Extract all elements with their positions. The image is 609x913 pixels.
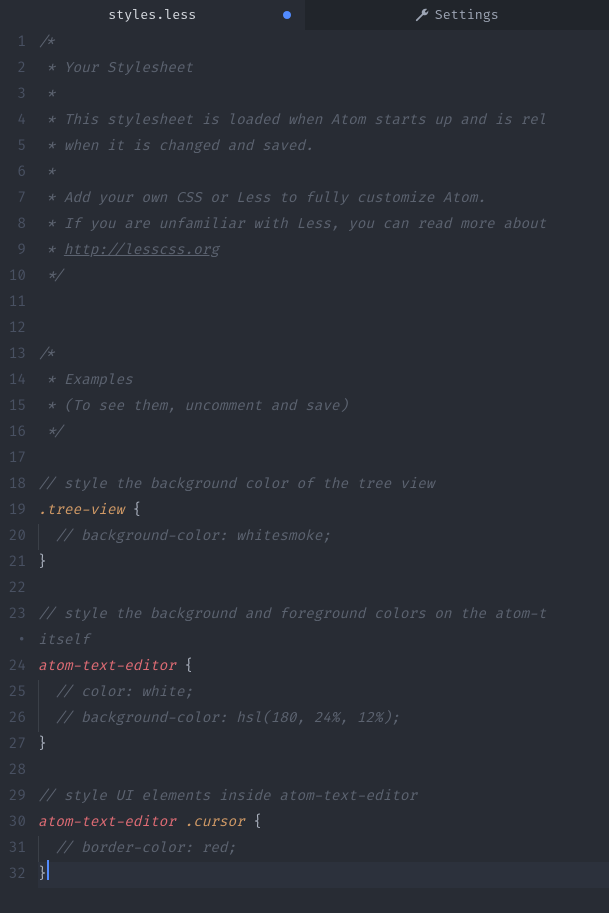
code-area[interactable]: /* * Your Stylesheet * * This stylesheet… <box>38 30 609 913</box>
code-line[interactable] <box>38 576 609 602</box>
line-number[interactable]: 29 <box>0 784 26 810</box>
code-line[interactable] <box>38 290 609 316</box>
line-number[interactable]: 18 <box>0 472 26 498</box>
line-number[interactable]: 26 <box>0 706 26 732</box>
code-line[interactable]: } <box>38 862 609 888</box>
tab-label: styles.less <box>108 7 196 23</box>
wrench-icon <box>415 8 429 22</box>
code-line[interactable]: } <box>38 550 609 576</box>
line-number[interactable]: 28 <box>0 758 26 784</box>
code-line[interactable]: // background-color: hsl(180, 24%, 12%); <box>38 706 609 732</box>
line-number[interactable]: 11 <box>0 290 26 316</box>
line-number-gutter[interactable]: 1234567891011121314151617181920212223•24… <box>0 30 38 913</box>
code-line[interactable]: * (To see them, uncomment and save) <box>38 394 609 420</box>
code-line[interactable]: itself <box>38 628 609 654</box>
line-number[interactable]: 8 <box>0 212 26 238</box>
code-line[interactable]: * If you are unfamiliar with Less, you c… <box>38 212 609 238</box>
code-line[interactable]: * <box>38 160 609 186</box>
modified-indicator-icon <box>283 11 291 19</box>
line-number[interactable]: 31 <box>0 836 26 862</box>
code-line[interactable]: */ <box>38 420 609 446</box>
line-number[interactable]: 6 <box>0 160 26 186</box>
line-number[interactable]: 4 <box>0 108 26 134</box>
line-number[interactable]: 3 <box>0 82 26 108</box>
line-number[interactable]: 23 <box>0 602 26 628</box>
code-editor[interactable]: 1234567891011121314151617181920212223•24… <box>0 30 609 913</box>
code-line[interactable]: * http://lesscss.org <box>38 238 609 264</box>
line-number[interactable]: 30 <box>0 810 26 836</box>
tab-label: Settings <box>435 7 499 23</box>
line-number[interactable]: 19 <box>0 498 26 524</box>
line-number[interactable]: 7 <box>0 186 26 212</box>
line-number[interactable]: 15 <box>0 394 26 420</box>
code-line[interactable]: atom-text-editor { <box>38 654 609 680</box>
line-number[interactable]: 5 <box>0 134 26 160</box>
line-number[interactable]: 16 <box>0 420 26 446</box>
code-line[interactable]: // border-color: red; <box>38 836 609 862</box>
code-line[interactable]: // style the background and foreground c… <box>38 602 609 628</box>
tab-settings[interactable]: Settings <box>305 0 609 30</box>
line-number[interactable]: 17 <box>0 446 26 472</box>
line-number[interactable]: 21 <box>0 550 26 576</box>
line-number[interactable]: 12 <box>0 316 26 342</box>
line-number[interactable]: • <box>0 628 26 654</box>
line-number[interactable]: 2 <box>0 56 26 82</box>
code-line[interactable]: } <box>38 732 609 758</box>
code-line[interactable]: */ <box>38 264 609 290</box>
code-line[interactable]: // style the background color of the tre… <box>38 472 609 498</box>
code-line[interactable]: // style UI elements inside atom-text-ed… <box>38 784 609 810</box>
tab-styles-less[interactable]: styles.less <box>0 0 305 30</box>
code-line[interactable]: * <box>38 82 609 108</box>
line-number[interactable]: 24 <box>0 654 26 680</box>
code-line[interactable] <box>38 758 609 784</box>
code-line[interactable]: /* <box>38 30 609 56</box>
code-line[interactable]: // color: white; <box>38 680 609 706</box>
code-line[interactable]: .tree-view { <box>38 498 609 524</box>
line-number[interactable]: 25 <box>0 680 26 706</box>
line-number[interactable]: 14 <box>0 368 26 394</box>
code-line[interactable]: * Your Stylesheet <box>38 56 609 82</box>
line-number[interactable]: 10 <box>0 264 26 290</box>
code-line[interactable] <box>38 316 609 342</box>
code-line[interactable]: atom-text-editor .cursor { <box>38 810 609 836</box>
code-line[interactable]: * when it is changed and saved. <box>38 134 609 160</box>
line-number[interactable]: 13 <box>0 342 26 368</box>
line-number[interactable]: 32 <box>0 862 26 888</box>
line-number[interactable]: 20 <box>0 524 26 550</box>
code-line[interactable]: * Examples <box>38 368 609 394</box>
code-line[interactable]: /* <box>38 342 609 368</box>
line-number[interactable]: 22 <box>0 576 26 602</box>
text-cursor <box>47 860 49 880</box>
line-number[interactable]: 1 <box>0 30 26 56</box>
code-line[interactable] <box>38 446 609 472</box>
code-line[interactable]: * Add your own CSS or Less to fully cust… <box>38 186 609 212</box>
line-number[interactable]: 9 <box>0 238 26 264</box>
line-number[interactable]: 27 <box>0 732 26 758</box>
code-line[interactable]: // background-color: whitesmoke; <box>38 524 609 550</box>
tab-bar: styles.less Settings <box>0 0 609 30</box>
code-line[interactable]: * This stylesheet is loaded when Atom st… <box>38 108 609 134</box>
